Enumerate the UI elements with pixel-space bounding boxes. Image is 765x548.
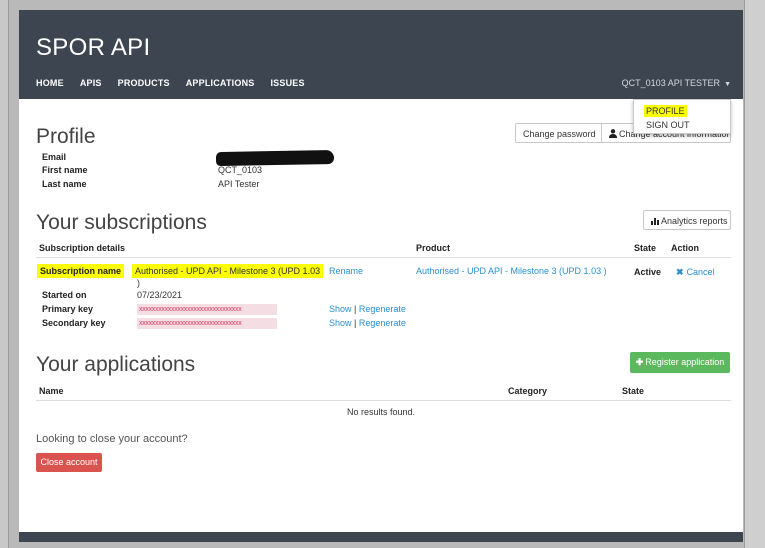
subscription-state: Active — [634, 267, 662, 277]
user-icon — [609, 129, 617, 138]
brand-title[interactable]: SPOR API — [36, 34, 150, 62]
started-on-label: Started on — [42, 290, 87, 300]
nav-home[interactable]: HOME — [36, 78, 64, 88]
secondary-show-link[interactable]: Show — [329, 318, 352, 328]
subscription-name-value-cont: ) — [137, 278, 140, 288]
caret-down-icon: ▼ — [724, 81, 731, 88]
close-icon: ✖ — [676, 267, 684, 277]
cancel-label: Cancel — [686, 267, 715, 277]
applications-header-divider — [36, 400, 731, 401]
first-name-value: QCT_0103 — [218, 165, 263, 175]
col-product: Product — [416, 243, 451, 253]
primary-separator: | — [354, 304, 357, 314]
rename-link[interactable]: Rename — [329, 266, 363, 276]
user-menu-toggle[interactable]: QCT_0103 API TESTER ▼ — [622, 78, 731, 88]
change-password-button[interactable]: Change password — [515, 123, 604, 143]
nav-applications[interactable]: APPLICATIONS — [186, 78, 255, 88]
secondary-key-value: xxxxxxxxxxxxxxxxxxxxxxxxxxxxxxxx — [137, 318, 277, 329]
col-action: Action — [671, 243, 699, 253]
nav-products[interactable]: PRODUCTS — [118, 78, 170, 88]
col-app-category: Category — [508, 386, 548, 396]
main-nav: HOME APIS PRODUCTS APPLICATIONS ISSUES — [36, 78, 321, 88]
page: SPOR API HOME APIS PRODUCTS APPLICATIONS… — [19, 10, 743, 542]
secondary-regenerate-link[interactable]: Regenerate — [359, 318, 406, 328]
started-on-value: 07/23/2021 — [137, 290, 183, 300]
close-account-question: Looking to close your account? — [36, 433, 188, 445]
bar-chart-icon — [651, 218, 659, 225]
user-name: QCT_0103 API TESTER — [621, 78, 721, 88]
subscription-name-label: Subscription name — [37, 264, 125, 278]
secondary-key-label: Secondary key — [42, 318, 106, 328]
last-name-value: API Tester — [218, 179, 260, 189]
col-subscription-details: Subscription details — [39, 243, 126, 253]
top-navbar: SPOR API HOME APIS PRODUCTS APPLICATIONS… — [19, 10, 743, 99]
dropdown-sign-out[interactable]: SIGN OUT — [646, 120, 690, 130]
col-app-state: State — [622, 386, 645, 396]
register-application-button[interactable]: ✚ Register application — [630, 352, 730, 373]
email-redaction — [215, 149, 335, 167]
last-name-label: Last name — [42, 179, 87, 189]
window-right-border — [744, 0, 765, 548]
col-state: State — [634, 243, 657, 253]
primary-show-link[interactable]: Show — [329, 304, 352, 314]
nav-issues[interactable]: ISSUES — [270, 78, 304, 88]
profile-title: Profile — [36, 125, 96, 148]
secondary-key-actions: Show | Regenerate — [329, 318, 406, 328]
primary-key-actions: Show | Regenerate — [329, 304, 406, 314]
close-account-button[interactable]: Close account — [36, 453, 102, 472]
col-app-name: Name — [39, 386, 64, 396]
window-left-border — [0, 0, 9, 548]
dropdown-profile[interactable]: PROFILE — [644, 105, 687, 117]
subscriptions-title: Your subscriptions — [36, 211, 207, 234]
first-name-label: First name — [42, 165, 88, 175]
register-label: Register application — [645, 357, 725, 367]
email-label: Email — [42, 152, 67, 162]
plus-icon: ✚ — [635, 357, 644, 367]
analytics-label: Analytics reports — [661, 216, 728, 226]
subscription-name-value: Authorised - UPD API - Milestone 3 (UPD … — [132, 264, 324, 278]
subscriptions-header-divider — [36, 257, 731, 258]
primary-regenerate-link[interactable]: Regenerate — [359, 304, 406, 314]
applications-title: Your applications — [36, 353, 196, 376]
nav-apis[interactable]: APIS — [80, 78, 102, 88]
user-dropdown-menu: PROFILE SIGN OUT — [633, 99, 731, 134]
product-link[interactable]: Authorised - UPD API - Milestone 3 (UPD … — [416, 266, 607, 276]
analytics-reports-button[interactable]: Analytics reports — [643, 210, 731, 230]
no-results-text: No results found. — [346, 407, 416, 417]
footer-bar — [19, 532, 743, 542]
primary-key-label: Primary key — [42, 304, 94, 314]
secondary-separator: | — [354, 318, 357, 328]
cancel-subscription-link[interactable]: ✖ Cancel — [676, 267, 715, 278]
primary-key-value: xxxxxxxxxxxxxxxxxxxxxxxxxxxxxxxx — [137, 304, 277, 315]
